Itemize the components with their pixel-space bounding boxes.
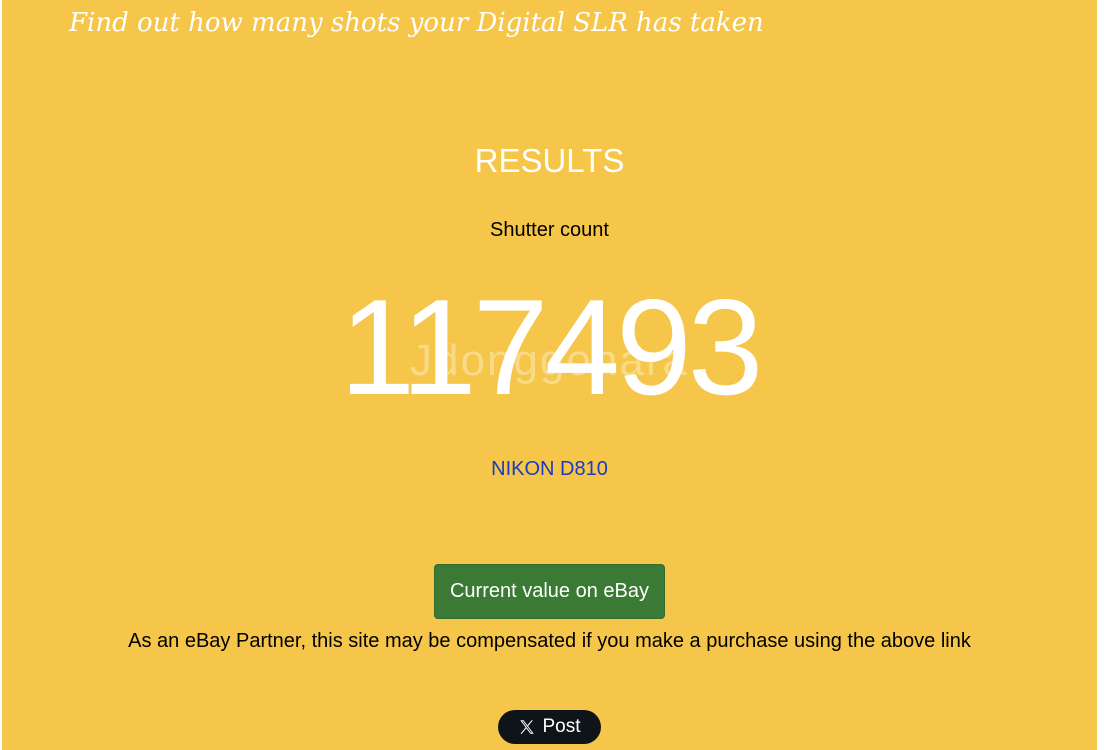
camera-model-link[interactable]: NIKON D810 <box>491 458 608 480</box>
results-title: RESULTS <box>474 142 625 179</box>
site-tagline: Find out how many shots your Digital SLR… <box>69 8 764 38</box>
ebay-button-row: Current value on eBay <box>2 564 1097 619</box>
ebay-disclaimer: As an eBay Partner, this site may be com… <box>128 630 971 652</box>
page-right-margin <box>1097 0 1113 750</box>
post-button-label: Post <box>542 716 581 737</box>
watermark: Jdonggonara <box>410 336 689 385</box>
share-row: Post <box>2 710 1097 744</box>
ebay-value-button[interactable]: Current value on eBay <box>433 564 665 619</box>
page-background: ​ Find out how many shots your Digital S… <box>2 0 1097 750</box>
x-logo-icon <box>520 720 535 734</box>
camera-model-row: NIKON D810 <box>2 458 1097 481</box>
post-button[interactable]: Post <box>498 710 601 744</box>
shutter-count-label: Shutter count <box>490 219 609 241</box>
